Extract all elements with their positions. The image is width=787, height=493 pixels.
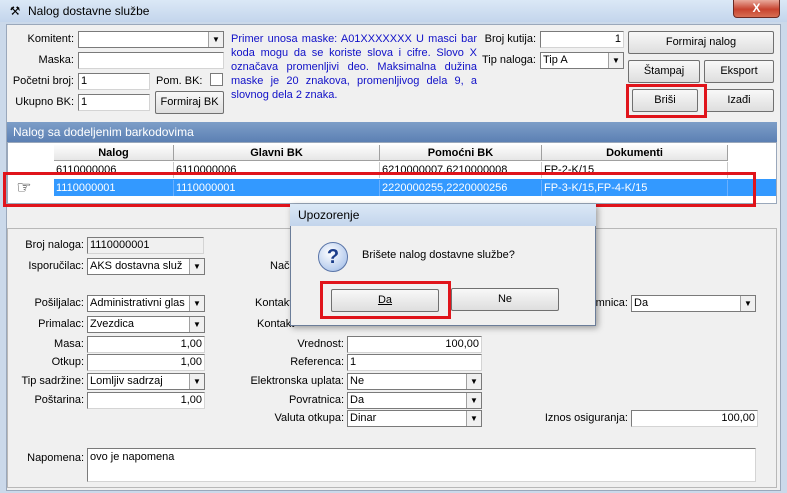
chevron-down-icon[interactable]: ▼ (466, 411, 481, 426)
tip-naloga-label: Tip naloga: (481, 54, 536, 66)
col-header-glavni-bk[interactable]: Glavni BK (174, 145, 380, 161)
tip-naloga-combo[interactable]: Tip A ▼ (540, 52, 624, 69)
chevron-down-icon[interactable]: ▼ (208, 32, 223, 47)
valuta-otkupa-combo[interactable]: Dinar ▼ (347, 410, 482, 427)
chevron-down-icon[interactable]: ▼ (189, 296, 204, 311)
dialog-title: Upozorenje (290, 204, 596, 226)
izadi-button[interactable]: Izađi (704, 89, 774, 112)
povratnica-combo[interactable]: Da ▼ (347, 392, 482, 409)
broj-kutija-label: Broj kutija: (484, 33, 536, 45)
selected-row-highlight-box (3, 172, 756, 207)
maska-input[interactable] (78, 52, 224, 69)
ukupno-bk-label: Ukupno BK: (15, 96, 74, 108)
pocetni-broj-label: Početni broj: (12, 75, 74, 87)
col-header-nalog[interactable]: Nalog (54, 145, 174, 161)
otkup-input[interactable]: 1,00 (87, 354, 205, 371)
yes-highlight-box (320, 281, 451, 319)
primalac-label: Primalac: (38, 318, 84, 330)
iznos-osiguranja-input[interactable]: 100,00 (631, 410, 758, 427)
formiraj-bk-button[interactable]: Formiraj BK (155, 91, 224, 114)
kontakt-label: Kontakt (257, 318, 295, 330)
pom-bk-label: Pom. BK: (156, 75, 203, 87)
broj-naloga-field: 1110000001 (87, 237, 204, 254)
kontakt-label: Kontakt (255, 297, 293, 309)
chevron-down-icon[interactable]: ▼ (740, 296, 755, 311)
maska-label: Maska: (38, 54, 74, 66)
window-title: Nalog dostavne službe (28, 4, 150, 18)
col-header-dokumenti[interactable]: Dokumenti (542, 145, 728, 161)
chevron-down-icon[interactable]: ▼ (608, 53, 623, 68)
question-icon: ? (318, 242, 348, 272)
pocetni-broj-input[interactable]: 1 (78, 73, 150, 90)
ukupno-bk-input[interactable]: 1 (78, 94, 150, 111)
elektronska-uplata-combo[interactable]: Ne ▼ (347, 373, 482, 390)
napomena-label: Napomena: (27, 452, 84, 464)
posiljalac-label: Pošiljalac: (34, 297, 84, 309)
grid-group-title: Nalog sa dodeljenim barkodovima (7, 122, 777, 142)
povratnica-label: Povratnica: (288, 394, 344, 406)
pom-bk-checkbox[interactable] (210, 73, 223, 86)
iznos-osiguranja-label: Iznos osiguranja: (544, 412, 628, 424)
chevron-down-icon[interactable]: ▼ (466, 393, 481, 408)
brisi-highlight-box (626, 84, 707, 118)
postarina-input[interactable]: 1,00 (87, 392, 205, 409)
napomena-textarea[interactable]: ovo je napomena (87, 448, 756, 482)
komitent-label: Komitent: (27, 33, 74, 45)
masa-input[interactable]: 1,00 (87, 336, 205, 353)
broj-kutija-input[interactable]: 1 (540, 31, 624, 48)
valuta-otkupa-label: Valuta otkupa: (274, 412, 344, 424)
chevron-down-icon[interactable]: ▼ (189, 374, 204, 389)
isporucilac-label: Isporučilac: (28, 260, 84, 272)
nacin-label: Nač (270, 260, 290, 272)
primalac-combo[interactable]: Zvezdica ▼ (87, 316, 205, 333)
chevron-down-icon[interactable]: ▼ (189, 259, 204, 274)
chevron-down-icon[interactable]: ▼ (189, 317, 204, 332)
app-icon: ⚒ (9, 4, 21, 18)
vrednost-label: Vrednost: (297, 338, 344, 350)
postarina-label: Poštarina: (34, 394, 84, 406)
vrednost-input[interactable]: 100,00 (347, 336, 482, 353)
window-close-button[interactable]: X (733, 0, 780, 18)
referenca-input[interactable]: 1 (347, 354, 482, 371)
emnica-combo[interactable]: Da ▼ (631, 295, 756, 312)
tip-sadrzine-combo[interactable]: Lomljiv sadrzaj ▼ (87, 373, 205, 390)
dialog-message: Brišete nalog dostavne službe? (362, 249, 515, 261)
eksport-button[interactable]: Eksport (704, 60, 774, 83)
stampaj-button[interactable]: Štampaj (628, 60, 700, 83)
elektronska-uplata-label: Elektronska uplata: (250, 375, 344, 387)
komitent-combo[interactable]: ▼ (78, 31, 224, 48)
posiljalac-combo[interactable]: Administrativni glas ▼ (87, 295, 205, 312)
broj-naloga-label: Broj naloga: (25, 239, 84, 251)
masa-label: Masa: (54, 338, 84, 350)
otkup-label: Otkup: (51, 356, 84, 368)
tip-sadrzine-label: Tip sadržine: (21, 375, 84, 387)
referenca-label: Referenca: (290, 356, 344, 368)
formiraj-nalog-button[interactable]: Formiraj nalog (628, 31, 774, 54)
chevron-down-icon[interactable]: ▼ (466, 374, 481, 389)
mask-hint-text: Primer unosa maske: A01XXXXXXX U masci b… (231, 33, 477, 101)
dialog-no-button[interactable]: Ne (451, 288, 559, 311)
col-header-pomocni-bk[interactable]: Pomoćni BK (380, 145, 542, 161)
isporucilac-combo[interactable]: AKS dostavna služ ▼ (87, 258, 205, 275)
